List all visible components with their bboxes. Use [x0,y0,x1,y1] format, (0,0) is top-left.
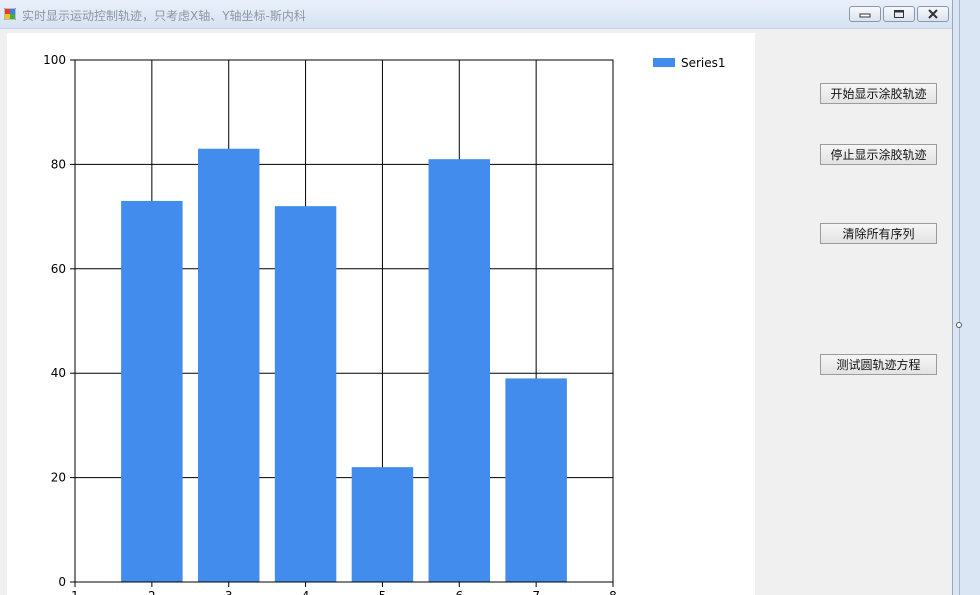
x-tick-label: 1 [71,589,79,595]
clear-series-button[interactable]: 清除所有序列 [820,223,937,244]
bar [505,378,567,582]
test-circle-button[interactable]: 测试圆轨迹方程 [820,354,937,375]
legend-swatch [653,58,675,67]
y-tick-label: 100 [43,53,66,67]
maximize-icon [894,10,904,18]
x-tick-label: 5 [379,589,387,595]
main-window: 实时显示运动控制轨迹，只考虑X轴、Y轴坐标-斯内科 0 20 40 60 80 100 1 2… [0,0,953,595]
resize-handle[interactable] [956,322,962,328]
window-title: 实时显示运动控制轨迹，只考虑X轴、Y轴坐标-斯内科 [22,9,306,23]
chart-canvas: 0 20 40 60 80 100 1 2 3 4 5 6 7 8 Series1 [43,53,726,595]
minimize-icon [859,13,871,18]
y-tick-label: 20 [51,471,66,485]
title-bar[interactable]: 实时显示运动控制轨迹，只考虑X轴、Y轴坐标-斯内科 [0,0,952,29]
stop-trajectory-button[interactable]: 停止显示涂胶轨迹 [820,144,937,165]
close-button[interactable] [917,6,949,22]
bar-chart: 0 20 40 60 80 100 1 2 3 4 5 6 7 8 Series1 [7,33,755,595]
app-icon [4,8,16,20]
legend-label: Series1 [681,56,726,70]
x-tick-label: 7 [532,589,540,595]
splitter-line [959,0,960,595]
y-tick-label: 40 [51,366,66,380]
bar [197,148,260,582]
x-tick-label: 6 [455,589,463,595]
minimize-button[interactable] [849,6,881,22]
maximize-button[interactable] [883,6,915,22]
x-tick-label: 2 [148,589,156,595]
x-tick-label: 3 [225,589,233,595]
bar [274,206,337,582]
x-tick-label: 4 [302,589,310,595]
bar [351,467,414,582]
y-tick-label: 0 [58,575,66,589]
close-icon [928,9,938,19]
bar [121,200,183,582]
x-tick-label: 8 [609,589,617,595]
y-tick-label: 80 [51,157,66,171]
y-tick-label: 60 [51,262,66,276]
window-frame-edge [953,0,980,595]
start-trajectory-button[interactable]: 开始显示涂胶轨迹 [820,83,937,104]
bar [428,159,491,582]
